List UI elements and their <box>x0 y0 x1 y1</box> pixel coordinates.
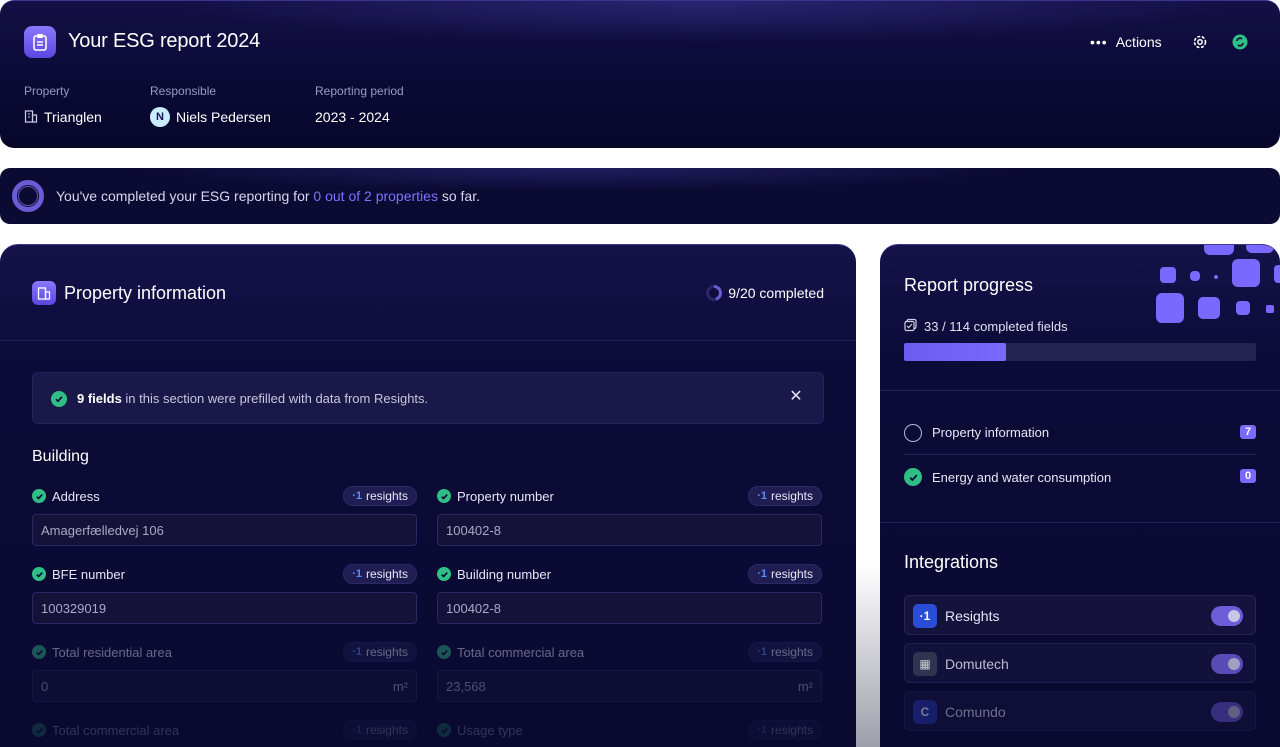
resights-badge: ·1 resights <box>343 564 417 584</box>
property-value: Trianglen <box>44 109 102 125</box>
domutech-logo-icon: ▦ <box>913 652 937 676</box>
check-icon <box>437 723 451 737</box>
resights-toggle[interactable] <box>1211 606 1243 626</box>
prefill-notice: 9 fields in this section were prefilled … <box>32 372 824 424</box>
progress-row-energy-water[interactable]: Energy and water consumption 0 <box>904 455 1256 499</box>
progress-row-property-information[interactable]: Property information 7 <box>904 411 1256 455</box>
banner-text: You've completed your ESG reporting for … <box>56 188 480 204</box>
responsible-meta: Responsible N Niels Pedersen <box>150 84 271 127</box>
check-icon <box>32 723 46 737</box>
remaining-count-badge: 7 <box>1240 425 1256 439</box>
check-icon <box>32 567 46 581</box>
check-icon <box>437 489 451 503</box>
field-input[interactable]: Amagerfælledvej 106 <box>32 514 417 546</box>
resights-mark-icon: ·1 <box>757 490 767 502</box>
unit-label: m² <box>392 678 408 694</box>
responsible-value: Niels Pedersen <box>176 109 271 125</box>
comundo-logo-icon: C <box>913 700 937 724</box>
resights-mark-icon: ·1 <box>352 568 362 580</box>
more-dots-icon: ••• <box>1090 34 1108 50</box>
check-icon <box>437 645 451 659</box>
field-total-commercial-area: Total commercial area ·1 resights <box>32 720 417 747</box>
actions-button[interactable]: ••• Actions <box>1090 34 1162 50</box>
resights-badge: ·1 resights <box>748 486 822 506</box>
report-header: Your ESG report 2024 ••• Actions Propert… <box>0 0 1280 148</box>
property-meta: Property Trianglen <box>24 84 102 127</box>
unit-label: m² <box>797 678 813 694</box>
close-icon[interactable]: ✕ <box>787 388 805 406</box>
report-progress-panel: Report progress 33 / 114 completed field… <box>880 244 1280 747</box>
remaining-count-badge: 0 <box>1240 469 1256 483</box>
check-icon <box>51 391 67 407</box>
completion-ring-icon <box>12 180 44 212</box>
field-input[interactable]: 100329019 <box>32 592 417 624</box>
field-address: Address ·1 resights Amagerfælledvej 106 <box>32 486 417 546</box>
resights-mark-icon: ·1 <box>757 646 767 658</box>
page-title: Your ESG report 2024 <box>68 30 261 52</box>
report-progress-bar <box>904 343 1256 361</box>
report-progress-title: Report progress <box>904 275 1034 295</box>
resights-badge: ·1 resights <box>748 564 822 584</box>
period-value: 2023 - 2024 <box>315 109 390 125</box>
resights-mark-icon: ·1 <box>352 490 362 502</box>
integrations-title: Integrations <box>904 552 999 572</box>
section-status: 9/20 completed <box>706 285 824 301</box>
domutech-toggle[interactable] <box>1211 654 1243 674</box>
integration-resights: ·1 Resights <box>904 595 1256 635</box>
actions-label: Actions <box>1115 34 1162 50</box>
field-bfe-number: BFE number ·1 resights 100329019 <box>32 564 417 624</box>
divider <box>880 522 1280 523</box>
resights-badge: ·1 resights <box>748 720 822 740</box>
field-input[interactable]: 100402-8 <box>437 514 822 546</box>
building-icon <box>24 109 38 126</box>
gear-icon[interactable] <box>1191 33 1209 51</box>
property-information-panel: Property information 9/20 completed 9 fi… <box>0 244 856 747</box>
banner-link[interactable]: 0 out of 2 properties <box>313 188 438 204</box>
resights-badge: ·1 resights <box>343 486 417 506</box>
divider <box>0 340 856 341</box>
field-input[interactable]: 0 m² <box>32 670 417 702</box>
checklist-icon <box>904 318 918 335</box>
resights-badge: ·1 resights <box>748 642 822 662</box>
report-progress-fill <box>904 343 1006 361</box>
completion-banner: You've completed your ESG reporting for … <box>0 168 1280 224</box>
building-icon <box>32 281 56 305</box>
period-label: Reporting period <box>315 84 404 98</box>
divider <box>880 390 1280 391</box>
integration-comundo: C Comundo <box>904 691 1256 731</box>
check-icon <box>32 489 46 503</box>
field-total-residential-area: Total residential area ·1 resights 0 m² <box>32 642 417 702</box>
field-input[interactable]: 100402-8 <box>437 592 822 624</box>
field-property-number: Property number ·1 resights 100402-8 <box>437 486 822 546</box>
resights-mark-icon: ·1 <box>757 568 767 580</box>
resights-badge: ·1 resights <box>343 720 417 740</box>
progress-ring-icon <box>706 285 723 301</box>
field-input[interactable]: 23,568 m² <box>437 670 822 702</box>
check-icon <box>32 645 46 659</box>
incomplete-circle-icon <box>904 423 922 442</box>
responsible-label: Responsible <box>150 84 217 98</box>
comundo-toggle[interactable] <box>1211 702 1243 722</box>
clipboard-icon <box>24 26 56 58</box>
check-icon <box>437 567 451 581</box>
group-title: Building <box>32 448 89 465</box>
avatar: N <box>150 107 170 127</box>
period-meta: Reporting period 2023 - 2024 <box>315 84 404 127</box>
resights-mark-icon: ·1 <box>352 646 362 658</box>
resights-mark-icon: ·1 <box>757 724 767 736</box>
property-label: Property <box>24 84 70 98</box>
resights-badge: ·1 resights <box>343 642 417 662</box>
section-title: Property information <box>64 283 227 303</box>
background-strip <box>856 565 880 747</box>
integration-domutech: ▦ Domutech <box>904 643 1256 683</box>
field-total-commercial-area: Total commercial area ·1 resights 23,568 m² <box>437 642 822 702</box>
completed-fields-count: 33 / 114 completed fields <box>904 318 1068 335</box>
field-building-number: Building number ·1 resights 100402-8 <box>437 564 822 624</box>
resights-logo-icon: ·1 <box>913 604 937 628</box>
status-sync-icon[interactable] <box>1231 33 1249 51</box>
resights-mark-icon: ·1 <box>352 724 362 736</box>
check-icon <box>904 468 922 486</box>
field-usage-type: Usage type ·1 resights <box>437 720 822 747</box>
